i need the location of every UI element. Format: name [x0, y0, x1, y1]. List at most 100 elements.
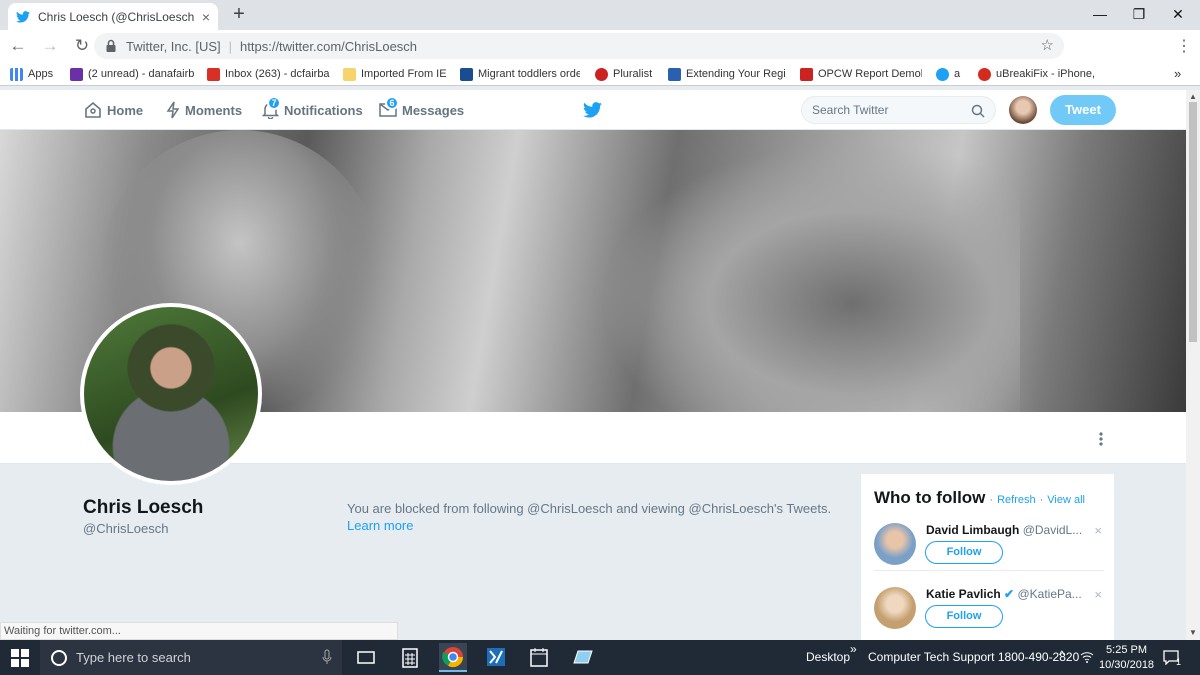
who-to-follow-header: Who to follow · Refresh · View all: [874, 488, 1085, 508]
search-icon[interactable]: [971, 104, 985, 118]
verified-badge-icon: ✔: [1004, 587, 1015, 601]
scroll-down-arrow-icon[interactable]: ▼: [1189, 628, 1197, 637]
divider: [874, 570, 1104, 571]
notebook-app-icon[interactable]: [568, 643, 596, 672]
scrollbar-thumb[interactable]: [1189, 102, 1197, 342]
calculator-icon[interactable]: [396, 643, 424, 672]
url-text[interactable]: https://twitter.com/ChrisLoesch: [240, 39, 417, 54]
folder-icon: [343, 67, 356, 81]
bookmark-apps[interactable]: Apps: [10, 66, 62, 82]
profile-photo: [84, 307, 258, 481]
forward-button[interactable]: →: [36, 36, 64, 56]
bookmark-pluralist[interactable]: Pluralist: [595, 66, 655, 82]
microphone-icon[interactable]: [322, 649, 332, 665]
shield-icon: [668, 67, 681, 81]
back-button[interactable]: ←: [4, 36, 32, 56]
nav-messages[interactable]: Messages 6: [379, 90, 464, 130]
nav-notifications[interactable]: Notifications 7: [262, 90, 363, 130]
who-to-follow-module: Who to follow · Refresh · View all David…: [861, 474, 1114, 644]
browser-tab[interactable]: Chris Loesch (@ChrisLoesch) | Tw ×: [8, 3, 218, 30]
banner-shadow: [600, 140, 1020, 412]
taskbar-search-box[interactable]: Type here to search: [40, 640, 342, 675]
suggestion-display-name: David Limbaugh: [926, 523, 1020, 537]
browser-toolbar: ← → ↻ Twitter, Inc. [US] | https://twitt…: [0, 30, 1200, 86]
toolbar-chevron-icon[interactable]: »: [850, 642, 857, 656]
desktop-toolbar-label[interactable]: Desktop: [806, 650, 850, 664]
follow-button[interactable]: Follow: [925, 605, 1003, 628]
taskbar-search-placeholder: Type here to search: [76, 650, 191, 665]
windows-start-icon[interactable]: [10, 648, 30, 668]
chrome-icon[interactable]: [439, 643, 467, 672]
wifi-icon[interactable]: [1080, 651, 1094, 663]
site-identity: Twitter, Inc. [US]: [126, 38, 221, 54]
search-twitter-input[interactable]: Search Twitter: [801, 96, 996, 124]
bookmark-migrant-toddlers[interactable]: Migrant toddlers orde: [460, 66, 580, 82]
remote-support-app-icon[interactable]: [482, 643, 510, 672]
apps-grid-icon: [10, 67, 23, 81]
view-all-link[interactable]: View all: [1047, 494, 1085, 506]
bookmark-star-icon[interactable]: ☆: [1041, 36, 1054, 54]
suggestion-name[interactable]: David Limbaugh @DavidL...: [926, 523, 1082, 537]
notification-count: 1: [1176, 657, 1182, 667]
bookmark-opcw-report[interactable]: OPCW Report Demoli: [800, 66, 922, 82]
tab-strip: Chris Loesch (@ChrisLoesch) | Tw × + — ❐…: [0, 0, 1200, 30]
close-window-button[interactable]: ✕: [1160, 0, 1196, 30]
maximize-button[interactable]: ❐: [1121, 0, 1157, 30]
dismiss-suggestion-button[interactable]: ×: [1094, 587, 1102, 602]
separator-dot: ·: [1039, 494, 1044, 506]
suggestion-avatar[interactable]: [874, 587, 916, 629]
twitter-logo-icon[interactable]: [583, 102, 602, 118]
minimize-button[interactable]: —: [1082, 0, 1118, 30]
bookmark-yahoo-mail[interactable]: (2 unread) - danafairb: [70, 66, 198, 82]
bookmark-ubreakifix[interactable]: uBreakiFix - iPhone, S: [978, 66, 1096, 82]
show-hidden-icons-icon[interactable]: ^: [1059, 648, 1065, 662]
lightning-icon: [166, 101, 180, 119]
clock-time: 5:25 PM: [1106, 644, 1148, 656]
suggestion-display-name: Katie Pavlich: [926, 587, 1001, 601]
chrome-menu-icon[interactable]: ⋮: [1176, 36, 1192, 56]
twitter-bird-icon: [936, 67, 949, 81]
who-to-follow-title: Who to follow: [874, 488, 986, 507]
blocked-message: You are blocked from following @ChrisLoe…: [347, 500, 837, 534]
separator-dot: ·: [989, 494, 994, 506]
bookmarks-bar: Apps (2 unread) - danafairb Inbox (263) …: [0, 62, 1200, 86]
address-bar[interactable]: Twitter, Inc. [US] | https://twitter.com…: [94, 33, 1064, 59]
task-view-icon[interactable]: [352, 643, 380, 672]
learn-more-link[interactable]: Learn more: [347, 518, 413, 533]
reload-button[interactable]: ↻: [68, 36, 96, 56]
clock[interactable]: 5:25 PM 10/30/2018: [1099, 643, 1154, 673]
bookmark-extending-registration[interactable]: Extending Your Regis: [668, 66, 786, 82]
status-bar: Waiting for twitter.com...: [0, 622, 398, 640]
tab-close-button[interactable]: ×: [202, 9, 210, 25]
suggestion-name[interactable]: Katie Pavlich ✔ @KatiePa...: [926, 587, 1082, 601]
twitter-bird-icon: [16, 10, 30, 23]
tweet-button[interactable]: Tweet: [1050, 95, 1116, 125]
suggestion-avatar[interactable]: [874, 523, 916, 565]
tab-title: Chris Loesch (@ChrisLoesch) | Tw: [38, 9, 194, 24]
nav-home[interactable]: Home: [84, 90, 143, 130]
dismiss-suggestion-button[interactable]: ×: [1094, 523, 1102, 538]
home-icon: [85, 101, 101, 118]
vertical-scrollbar[interactable]: ▲ ▼: [1186, 90, 1200, 640]
refresh-link[interactable]: Refresh: [997, 494, 1036, 506]
nav-moments[interactable]: Moments: [166, 90, 242, 130]
nav-home-label: Home: [107, 102, 144, 118]
pluralist-icon: [595, 67, 608, 81]
suggestion-handle: @KatiePa...: [1017, 587, 1082, 601]
nav-moments-label: Moments: [185, 102, 243, 118]
screen: Chris Loesch (@ChrisLoesch) | Tw × + — ❐…: [0, 0, 1200, 675]
bookmark-twitter[interactable]: a: [936, 66, 966, 82]
follow-button[interactable]: Follow: [925, 541, 1003, 564]
bookmark-gmail[interactable]: Inbox (263) - dcfairba: [207, 66, 335, 82]
bookmark-folder[interactable]: Imported From IE: [343, 66, 453, 82]
calendar-icon[interactable]: [525, 643, 553, 672]
account-avatar[interactable]: [1009, 96, 1037, 124]
bookmarks-overflow-button[interactable]: »: [1174, 66, 1181, 81]
new-tab-button[interactable]: +: [228, 3, 250, 27]
more-options-icon[interactable]: [1098, 431, 1104, 447]
news-site-icon: [800, 67, 813, 81]
suggestion-item: Katie Pavlich ✔ @KatiePa... × Follow: [874, 587, 1104, 643]
profile-avatar[interactable]: [80, 303, 262, 485]
tech-support-toolbar-text[interactable]: Computer Tech Support 1800-490-2820: [868, 650, 1079, 664]
scroll-up-arrow-icon[interactable]: ▲: [1189, 92, 1197, 101]
